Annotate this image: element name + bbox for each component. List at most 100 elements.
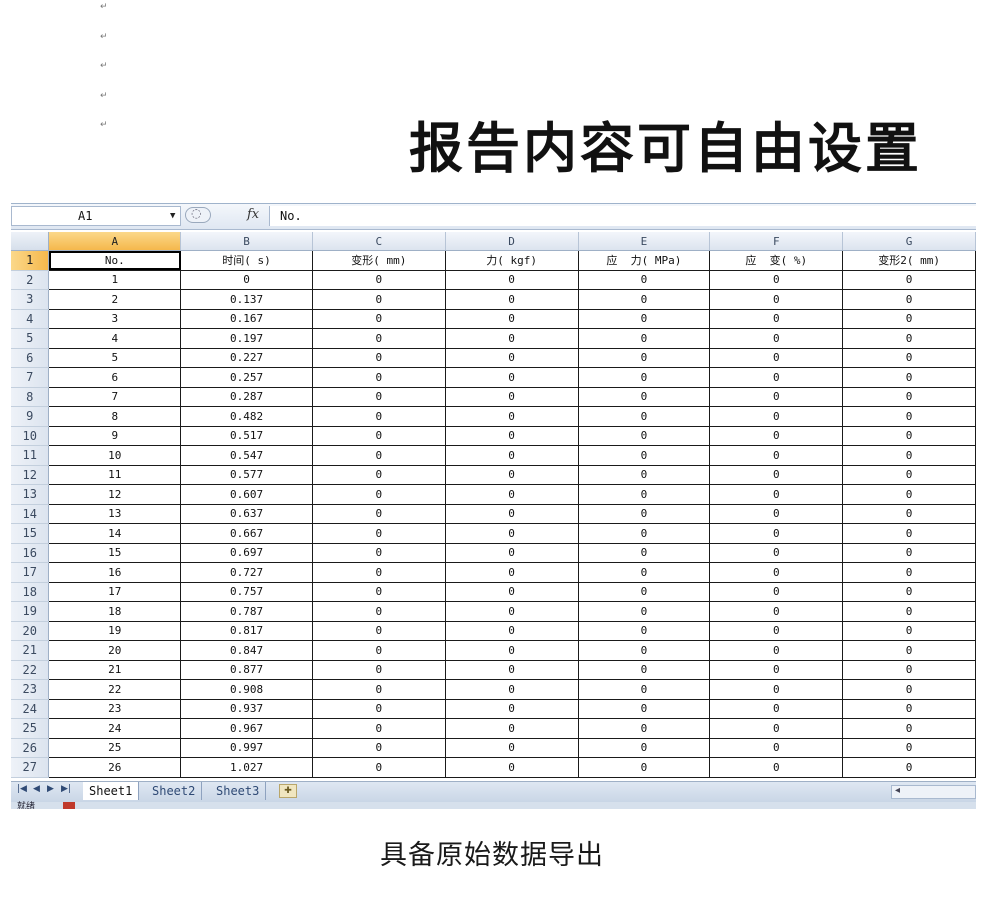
row-header[interactable]: 24 [11,699,50,719]
data-cell[interactable]: 0 [577,308,711,329]
data-cell[interactable]: 0 [709,523,844,544]
data-cell[interactable]: 0 [311,601,446,622]
row-header[interactable]: 25 [11,718,50,739]
data-cell[interactable]: 0 [311,718,446,739]
data-cell[interactable]: 25 [48,737,182,758]
data-cell[interactable]: 0 [180,269,313,290]
data-cell[interactable]: 0 [842,679,976,700]
data-cell[interactable]: 0 [709,737,844,758]
row-header[interactable]: 6 [11,348,50,368]
data-cell[interactable]: 0 [842,581,976,602]
data-cell[interactable]: 0 [311,484,446,505]
data-cell[interactable]: 0.257 [180,367,313,388]
data-cell[interactable]: 26 [48,757,182,778]
next-sheet-icon[interactable]: ▶ [47,784,54,794]
data-cell[interactable]: 0 [709,503,844,524]
data-cell[interactable]: 0 [577,562,711,583]
data-cell[interactable]: 0 [311,562,446,583]
data-cell[interactable]: 0 [444,523,579,544]
data-cell[interactable]: 0 [311,367,446,388]
data-cell[interactable]: 0 [577,718,711,739]
data-cell[interactable]: 1.027 [180,757,313,778]
data-cell[interactable]: 0.697 [180,542,313,563]
row-header[interactable]: 11 [11,445,50,466]
data-cell[interactable]: 0 [709,698,844,719]
data-cell[interactable]: 0 [444,328,579,349]
data-cell[interactable]: 24 [48,718,182,739]
data-cell[interactable]: 0 [842,289,976,310]
data-cell[interactable]: 11 [48,464,182,485]
column-header-c[interactable]: C [312,232,446,251]
data-cell[interactable]: 0.517 [180,425,313,446]
data-cell[interactable]: 0 [444,503,579,524]
row-header[interactable]: 14 [11,504,50,524]
data-cell[interactable]: 23 [48,698,182,719]
row-header[interactable]: 2 [11,270,50,290]
data-cell[interactable]: 8 [48,406,182,427]
data-cell[interactable]: 9 [48,425,182,446]
row-header[interactable]: 3 [11,289,50,310]
data-cell[interactable]: 0 [577,464,711,485]
row-header[interactable]: 18 [11,582,50,602]
column-header-e[interactable]: E [578,232,711,251]
data-cell[interactable]: 0 [444,620,579,641]
data-cell[interactable]: 0 [444,562,579,583]
formula-bar-toggle[interactable]: ◌ [185,206,211,223]
row-header[interactable]: 7 [11,367,50,388]
data-cell[interactable]: 0.227 [180,347,313,368]
data-cell[interactable]: 0 [842,328,976,349]
insert-sheet-icon[interactable]: ✚ [279,784,297,798]
data-cell[interactable]: 0 [444,445,579,466]
row-header[interactable]: 16 [11,543,50,563]
data-cell[interactable]: 20 [48,640,182,661]
data-cell[interactable]: 0.577 [180,464,313,485]
data-cell[interactable]: 21 [48,659,182,680]
data-cell[interactable]: 0 [577,406,711,427]
data-cell[interactable]: 0 [311,289,446,310]
data-cell[interactable]: 0 [577,757,711,778]
data-cell[interactable]: 0 [577,503,711,524]
data-cell[interactable]: 0 [577,367,711,388]
data-cell[interactable]: 0 [311,737,446,758]
data-cell[interactable]: 0 [311,679,446,700]
data-cell[interactable]: 0 [842,659,976,680]
data-cell[interactable]: 17 [48,581,182,602]
data-cell[interactable]: 0 [709,425,844,446]
header-cell[interactable]: 应 变( %) [709,250,844,271]
data-cell[interactable]: 0 [311,464,446,485]
row-header[interactable]: 21 [11,640,50,661]
row-header[interactable]: 27 [11,757,50,778]
data-cell[interactable]: 0 [842,464,976,485]
data-cell[interactable]: 0.607 [180,484,313,505]
data-cell[interactable]: 0 [842,347,976,368]
sheet-tab-2[interactable]: Sheet2 [146,782,203,800]
data-cell[interactable]: 0 [444,698,579,719]
data-cell[interactable]: 0.997 [180,737,313,758]
data-cell[interactable]: 0.637 [180,503,313,524]
data-cell[interactable]: 0 [709,484,844,505]
data-cell[interactable]: 0 [709,562,844,583]
data-cell[interactable]: 0 [842,523,976,544]
data-cell[interactable]: 0 [577,347,711,368]
data-cell[interactable]: 0 [311,581,446,602]
data-cell[interactable]: 0 [311,425,446,446]
data-cell[interactable]: 0.287 [180,386,313,407]
row-header[interactable]: 13 [11,484,50,505]
data-cell[interactable]: 5 [48,347,182,368]
data-cell[interactable]: 0 [709,269,844,290]
data-cell[interactable]: 0 [842,757,976,778]
data-cell[interactable]: 0 [577,425,711,446]
data-cell[interactable]: 0 [709,445,844,466]
row-header[interactable]: 4 [11,309,50,329]
data-cell[interactable]: 0 [709,640,844,661]
data-cell[interactable]: 6 [48,367,182,388]
header-cell[interactable]: 变形2( mm) [842,250,976,271]
sheet-tab-1[interactable]: Sheet1 [83,782,140,800]
data-cell[interactable]: 0 [842,698,976,719]
data-cell[interactable]: 0 [709,367,844,388]
row-header[interactable]: 15 [11,523,50,544]
data-cell[interactable]: 0 [709,308,844,329]
data-cell[interactable]: 0 [311,757,446,778]
data-cell[interactable]: 0.877 [180,659,313,680]
data-cell[interactable]: 0 [709,601,844,622]
